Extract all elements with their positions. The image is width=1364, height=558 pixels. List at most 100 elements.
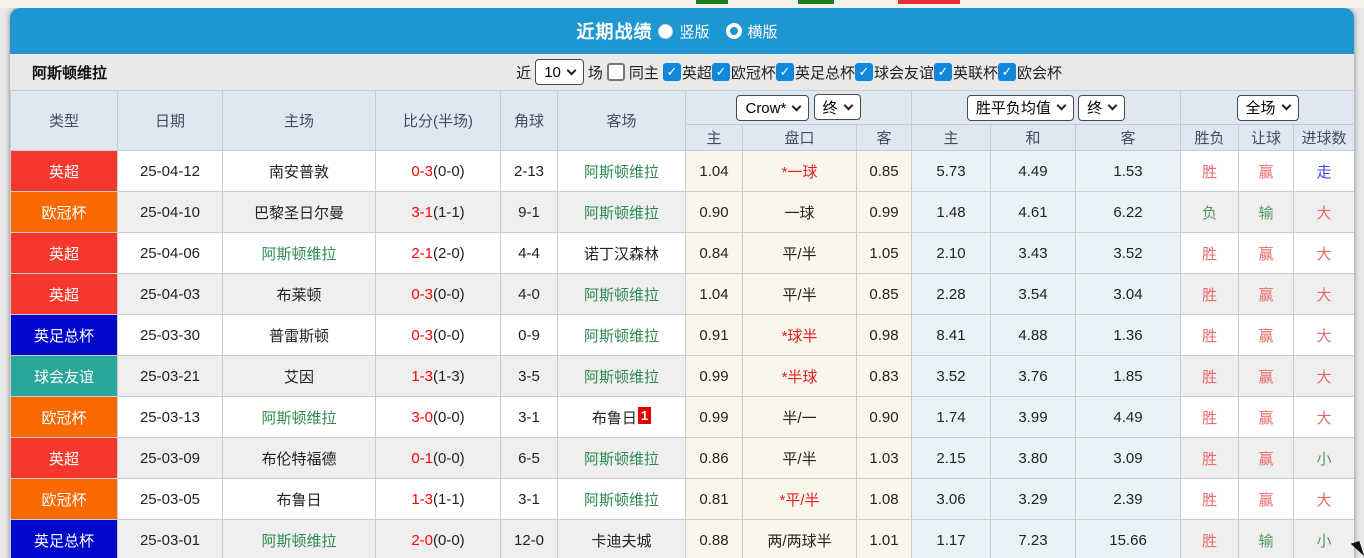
away-team-link[interactable]: 阿斯顿维拉 [584,492,659,509]
competition-checkbox-label[interactable]: 球会友谊 [874,62,934,83]
col-avg-home: 主 [911,124,992,151]
competition-checkbox-label[interactable]: 英超 [682,62,712,83]
home-team-cell: 布莱顿 [222,273,376,315]
avg-draw: 3.29 [990,478,1077,520]
match-row: 英超 25-04-03 布莱顿 0-3(0-0) 4-0 阿斯顿维拉 1.04 平/半 0.85… [10,273,1354,315]
competition-checkbox-label[interactable]: 欧冠杯 [731,62,776,83]
handicap-result: 赢 [1238,150,1295,192]
score-cell: 0-1(0-0) [375,437,501,479]
result: 胜 [1180,314,1240,356]
avg-away: 4.49 [1075,396,1182,438]
recent-results-panel: 近期战绩 竖版 横版 阿斯顿维拉 近 10 场 同主 ✓ 英超 ✓ 欧冠杯 ✓ 英足总杯 ✓… [10,8,1354,558]
league-badge: 球会友谊 [10,355,118,397]
layout-radio-vertical[interactable] [658,23,674,39]
same-home-checkbox[interactable] [606,63,625,81]
away-team-link[interactable]: 阿斯顿维拉 [584,451,659,468]
away-team-link[interactable]: 卡迪夫城 [591,533,651,550]
score-fulltime: 2-0 [411,531,433,549]
match-row: 英超 25-04-06 阿斯顿维拉 2-1(2-0) 4-4 诺丁汉森林 0.84 平/半 1.… [10,232,1354,274]
league-badge: 英足总杯 [10,314,118,356]
avg-time-select[interactable]: 终 [1078,94,1126,121]
team-name: 阿斯顿维拉 [32,64,108,82]
competition-checkbox[interactable]: ✓ [775,63,794,81]
avg-draw: 3.54 [990,273,1077,315]
avg-home: 1.74 [911,396,992,438]
home-team-link[interactable]: 阿斯顿维拉 [261,246,336,263]
odds-home: 0.86 [685,437,743,479]
odds-away: 1.05 [855,232,913,274]
away-team-cell: 阿斯顿维拉 [557,314,686,356]
league-badge: 欧冠杯 [10,191,118,233]
avg-type-select[interactable]: 胜平负均值 [966,94,1074,121]
layout-radio-horizontal[interactable] [725,23,742,39]
competition-checkbox[interactable]: ✓ [997,63,1016,81]
odds-company-select[interactable]: Crow* [736,95,810,121]
near-label: 近 [516,64,532,82]
home-team-link[interactable]: 艾因 [284,369,314,386]
goals-result: 大 [1293,478,1354,520]
page-top-strip [0,0,1364,8]
layout-radio-horizontal-label[interactable]: 横版 [748,21,778,42]
away-team-link[interactable]: 阿斯顿维拉 [584,369,659,386]
away-team-link[interactable]: 布鲁日 [592,410,637,427]
avg-away: 1.85 [1075,355,1182,397]
home-team-link[interactable]: 布伦特福德 [261,451,336,468]
home-team-link[interactable]: 阿斯顿维拉 [261,410,336,427]
corner-score: 3-5 [500,355,558,397]
layout-radio-vertical-label[interactable]: 竖版 [679,21,709,42]
same-home-label[interactable]: 同主 [629,62,659,83]
competition-checkbox-label[interactable]: 英足总杯 [795,62,855,83]
score-cell: 3-1(1-1) [375,191,501,233]
score-fulltime: 0-3 [411,162,433,180]
avg-draw: 3.43 [990,232,1077,274]
result: 负 [1180,191,1240,233]
competition-checkbox-label[interactable]: 英联杯 [953,62,998,83]
away-team-link[interactable]: 阿斯顿维拉 [584,328,659,345]
home-team-link[interactable]: 普雷斯顿 [269,328,329,345]
handicap: *平/半 [742,478,857,520]
filter-controls: 近 10 场 同主 ✓ 英超 ✓ 欧冠杯 ✓ 英足总杯 ✓ 球会友谊 ✓ 英联杯 ✓ 欧会杯 [512,59,1354,85]
home-team-link[interactable]: 布鲁日 [276,492,321,509]
away-team-cell: 布鲁日 1 [557,396,686,438]
competition-checkbox[interactable]: ✓ [933,63,952,81]
away-team-link[interactable]: 诺丁汉森林 [584,246,659,263]
avg-home: 3.06 [911,478,992,520]
col-date: 日期 [117,90,223,151]
match-count-select[interactable]: 10 [535,59,584,85]
handicap: *一球 [742,150,857,192]
handicap-result: 赢 [1238,355,1295,397]
score-cell: 0-3(0-0) [375,314,501,356]
score-cell: 1-3(1-3) [375,355,501,397]
odds-away: 0.83 [855,355,913,397]
odds-away: 1.08 [855,478,913,520]
odds-time-select[interactable]: 终 [813,94,861,120]
away-team-link[interactable]: 阿斯顿维拉 [584,287,659,304]
match-row: 欧冠杯 25-03-05 布鲁日 1-3(1-1) 3-1 阿斯顿维拉 0.81 *平/半 1.… [10,478,1354,520]
score-halftime: (2-0) [433,244,465,262]
competition-checkbox[interactable]: ✓ [662,63,681,81]
match-date: 25-04-06 [117,232,223,274]
match-row: 英超 25-03-09 布伦特福德 0-1(0-0) 6-5 阿斯顿维拉 0.86 平/半 1.… [10,437,1354,479]
away-team-link[interactable]: 阿斯顿维拉 [584,205,659,222]
scope-select[interactable]: 全场 [1236,94,1299,121]
home-team-link[interactable]: 南安普敦 [269,164,329,181]
score-halftime: (0-0) [433,531,465,549]
background-fragment [898,0,960,4]
home-team-link[interactable]: 布莱顿 [276,287,321,304]
competition-checkbox-label[interactable]: 欧会杯 [1017,62,1062,83]
avg-draw: 3.76 [990,355,1077,397]
home-team-link[interactable]: 阿斯顿维拉 [261,533,336,550]
score-fulltime: 3-1 [411,203,433,221]
score-halftime: (0-0) [433,408,465,426]
goals-result: 走 [1293,150,1354,192]
handicap-result: 赢 [1238,273,1295,315]
home-team-link[interactable]: 巴黎圣日尔曼 [254,205,344,222]
goals-result: 大 [1293,396,1354,438]
score-fulltime: 0-3 [411,285,433,303]
competition-checkbox[interactable]: ✓ [711,63,730,81]
odds-home: 1.04 [685,273,743,315]
odds-home: 0.84 [685,232,743,274]
league-badge: 英超 [10,232,118,274]
competition-checkbox[interactable]: ✓ [854,63,873,81]
away-team-link[interactable]: 阿斯顿维拉 [584,164,659,181]
